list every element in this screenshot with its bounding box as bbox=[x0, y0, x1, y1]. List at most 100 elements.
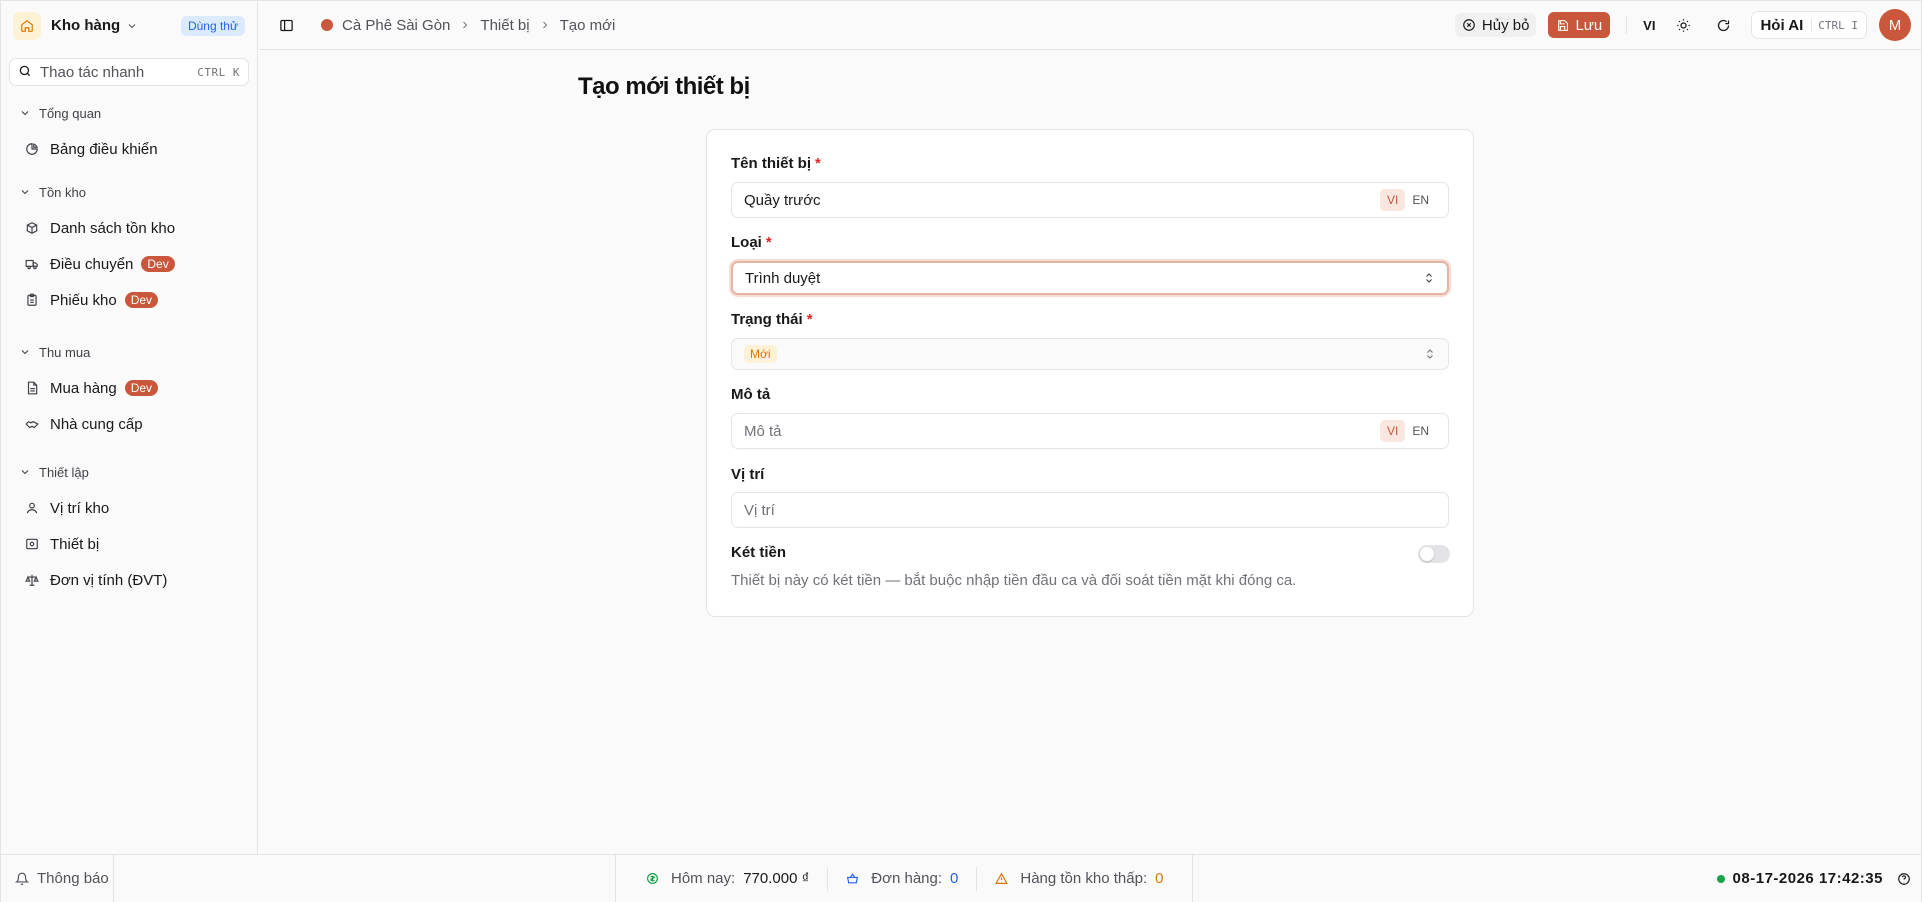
sidebar-item-label: Nhà cung cấp bbox=[50, 415, 143, 433]
sidebar-item-label: Bảng điều khiển bbox=[50, 140, 158, 158]
group-label: Thu mua bbox=[39, 344, 91, 360]
pie-chart-icon bbox=[26, 143, 38, 155]
stat-today: Hôm nay: 770.000 ₫ bbox=[646, 870, 809, 887]
stat-orders: Đơn hàng: 0 bbox=[846, 870, 958, 887]
app-window: Kho hàng Dùng thử Thao tác nhanh CTRL K … bbox=[0, 0, 1922, 902]
clock: 08-17-2026 17:42:35 bbox=[1732, 870, 1883, 887]
location-label: Vị trí bbox=[731, 466, 765, 483]
sidebar-item-inventory-list[interactable]: Danh sách tồn kho bbox=[1, 217, 257, 239]
location-placeholder: Vị trí bbox=[744, 501, 775, 519]
device-name-input[interactable]: Quầy trước VI EN bbox=[731, 182, 1449, 218]
stat-label: Hôm nay: bbox=[671, 870, 736, 887]
location-input[interactable]: Vị trí bbox=[731, 492, 1449, 528]
breadcrumb: Cà Phê Sài Gòn Thiết bị Tạo mới bbox=[312, 17, 615, 34]
store-switcher[interactable]: Kho hàng Dùng thử bbox=[1, 1, 257, 50]
save-icon bbox=[1558, 19, 1569, 31]
warning-icon bbox=[995, 872, 1009, 884]
device-type-select[interactable]: Trình duyệt bbox=[731, 261, 1449, 295]
description-label: Mô tả bbox=[731, 386, 771, 403]
sidebar-item-label: Điều chuyển bbox=[50, 255, 134, 273]
device-status-select[interactable]: Mới bbox=[731, 338, 1449, 370]
sidebar-item-devices[interactable]: Thiết bị bbox=[1, 533, 257, 555]
brand-dot-icon bbox=[321, 19, 333, 31]
theme-toggle-sun-icon[interactable] bbox=[1671, 18, 1695, 33]
sidebar-item-purchases[interactable]: Mua hàng Dev bbox=[1, 377, 257, 399]
sidebar-item-stock-vouchers[interactable]: Phiếu kho Dev bbox=[1, 289, 257, 311]
divider bbox=[976, 866, 978, 891]
refresh-icon[interactable] bbox=[1711, 18, 1735, 33]
group-settings[interactable]: Thiết lập bbox=[1, 463, 257, 481]
quick-action-search[interactable]: Thao tác nhanh CTRL K bbox=[9, 58, 249, 86]
group-inventory[interactable]: Tồn kho bbox=[1, 183, 257, 201]
breadcrumb-devices[interactable]: Thiết bị bbox=[480, 17, 529, 34]
description-input[interactable]: Mô tả VI EN bbox=[731, 413, 1449, 449]
dev-badge: Dev bbox=[124, 292, 159, 308]
description-placeholder: Mô tả bbox=[744, 422, 782, 440]
sidebar-item-label: Danh sách tồn kho bbox=[50, 219, 176, 237]
status-badge: Mới bbox=[744, 345, 777, 363]
lang-en-tab[interactable]: EN bbox=[1405, 189, 1436, 211]
device-name-value: Quầy trước bbox=[744, 191, 821, 209]
stat-low-stock: Hàng tồn kho thấp: 0 bbox=[995, 870, 1163, 887]
sidebar-item-units[interactable]: Đơn vị tính (ĐVT) bbox=[1, 569, 257, 591]
map-pin-icon bbox=[26, 502, 38, 514]
dev-badge: Dev bbox=[124, 380, 159, 396]
language-toggle[interactable]: VI bbox=[1643, 18, 1655, 33]
lang-vi-tab[interactable]: VI bbox=[1379, 420, 1406, 442]
group-overview[interactable]: Tổng quan bbox=[1, 104, 257, 122]
cancel-button-label: Hủy bỏ bbox=[1481, 16, 1530, 34]
device-type-value: Trình duyệt bbox=[745, 269, 821, 287]
group-label: Thiết lập bbox=[39, 464, 89, 480]
lang-en-tab[interactable]: EN bbox=[1405, 420, 1436, 442]
help-icon[interactable] bbox=[1897, 872, 1911, 886]
breadcrumb-store[interactable]: Cà Phê Sài Gòn bbox=[342, 17, 450, 34]
handshake-icon bbox=[25, 420, 39, 429]
dev-badge: Dev bbox=[141, 256, 175, 272]
cash-drawer-help: Thiết bị này có két tiền — bắt buộc nhập… bbox=[731, 572, 1297, 589]
cash-drawer-toggle[interactable] bbox=[1418, 545, 1450, 563]
ask-ai-button[interactable]: Hỏi AI CTRL I bbox=[1751, 11, 1867, 39]
notifications-label: Thông báo bbox=[37, 870, 109, 887]
device-status-label: Trạng thái * bbox=[731, 311, 813, 328]
bell-icon bbox=[15, 872, 29, 885]
cash-drawer-label: Két tiền bbox=[731, 544, 787, 561]
chevron-down-icon bbox=[126, 20, 138, 32]
sidebar-item-label: Phiếu kho bbox=[50, 291, 117, 309]
quick-action-label: Thao tác nhanh bbox=[40, 63, 145, 81]
home-icon bbox=[13, 11, 41, 40]
page-title: Tạo mới thiết bị bbox=[578, 73, 750, 100]
trial-badge[interactable]: Dùng thử bbox=[180, 15, 245, 36]
lang-vi-tab[interactable]: VI bbox=[1379, 189, 1406, 211]
sidebar-toggle-icon[interactable] bbox=[279, 18, 294, 33]
online-status-dot bbox=[1716, 874, 1725, 883]
cancel-button[interactable]: Hủy bỏ bbox=[1454, 13, 1537, 37]
save-button[interactable]: Lưu bbox=[1548, 12, 1611, 38]
sidebar-item-dashboard[interactable]: Bảng điều khiển bbox=[1, 138, 257, 160]
status-bar: Thông báo Hôm nay: 770.000 ₫ Đơn hàng: 0… bbox=[1, 854, 1921, 902]
group-purchasing[interactable]: Thu mua bbox=[1, 343, 257, 361]
sidebar-item-suppliers[interactable]: Nhà cung cấp bbox=[1, 413, 257, 435]
store-name: Kho hàng bbox=[51, 17, 121, 34]
device-icon bbox=[26, 538, 38, 550]
stat-value: 0 bbox=[1155, 870, 1164, 887]
chevron-down-icon bbox=[21, 470, 29, 475]
device-name-label: Tên thiết bị * bbox=[731, 155, 821, 172]
divider bbox=[827, 866, 829, 891]
sidebar-item-warehouse-locations[interactable]: Vị trí kho bbox=[1, 497, 257, 519]
topbar-actions: Hủy bỏ Lưu VI Hỏi AI CTRL I M bbox=[1454, 9, 1921, 41]
chevron-down-icon bbox=[21, 350, 29, 355]
sidebar-item-transfers[interactable]: Điều chuyển Dev bbox=[1, 253, 257, 275]
stat-label: Đơn hàng: bbox=[871, 870, 943, 887]
sidebar-item-label: Thiết bị bbox=[50, 535, 100, 553]
stat-value: 0 bbox=[950, 870, 959, 887]
group-label: Tồn kho bbox=[39, 184, 86, 200]
status-right: 08-17-2026 17:42:35 bbox=[1716, 855, 1911, 902]
avatar[interactable]: M bbox=[1879, 9, 1911, 41]
chevron-down-icon bbox=[21, 190, 29, 195]
daily-stats: Hôm nay: 770.000 ₫ Đơn hàng: 0 Hàng tồn … bbox=[615, 855, 1193, 902]
clipboard-icon bbox=[27, 293, 37, 306]
notifications-button[interactable]: Thông báo bbox=[1, 855, 114, 902]
description-lang-switch: VI EN bbox=[1379, 420, 1436, 442]
search-icon bbox=[18, 64, 32, 81]
scale-icon bbox=[25, 574, 39, 586]
